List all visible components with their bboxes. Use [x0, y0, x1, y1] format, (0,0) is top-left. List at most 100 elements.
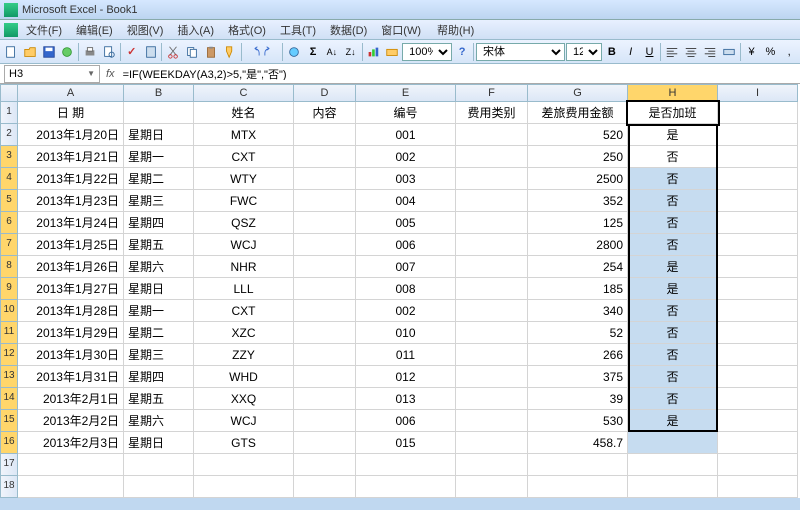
- cell-D10[interactable]: [294, 300, 356, 322]
- row-header[interactable]: 17: [0, 454, 18, 476]
- cell-D14[interactable]: [294, 388, 356, 410]
- cell-B15[interactable]: 星期六: [124, 410, 194, 432]
- cell-E9[interactable]: 008: [356, 278, 456, 300]
- cell-I9[interactable]: [718, 278, 798, 300]
- cell-B12[interactable]: 星期三: [124, 344, 194, 366]
- cell-C9[interactable]: LLL: [194, 278, 294, 300]
- cell-F7[interactable]: [456, 234, 528, 256]
- row-header[interactable]: 5: [0, 190, 18, 212]
- cell-H16[interactable]: [628, 432, 718, 454]
- cell-F10[interactable]: [456, 300, 528, 322]
- cell-D7[interactable]: [294, 234, 356, 256]
- cell-I15[interactable]: [718, 410, 798, 432]
- cell-H3[interactable]: 否: [628, 146, 718, 168]
- comma-icon[interactable]: ,: [780, 43, 798, 61]
- cell-B9[interactable]: 星期日: [124, 278, 194, 300]
- cell-B4[interactable]: 星期二: [124, 168, 194, 190]
- cell-I16[interactable]: [718, 432, 798, 454]
- row-header[interactable]: 14: [0, 388, 18, 410]
- cell-C6[interactable]: QSZ: [194, 212, 294, 234]
- row-header[interactable]: 18: [0, 476, 18, 498]
- row-header[interactable]: 12: [0, 344, 18, 366]
- cell-H1[interactable]: 是否加班: [628, 102, 718, 124]
- cell-B10[interactable]: 星期一: [124, 300, 194, 322]
- cell-H12[interactable]: 否: [628, 344, 718, 366]
- cell-A9[interactable]: 2013年1月27日: [18, 278, 124, 300]
- menu-edit[interactable]: 编辑(E): [70, 21, 119, 39]
- cell-A6[interactable]: 2013年1月24日: [18, 212, 124, 234]
- cell-G7[interactable]: 2800: [528, 234, 628, 256]
- cell-A2[interactable]: 2013年1月20日: [18, 124, 124, 146]
- cell-H14[interactable]: 否: [628, 388, 718, 410]
- cell-D1[interactable]: 内容: [294, 102, 356, 124]
- cell-G11[interactable]: 52: [528, 322, 628, 344]
- cell-D13[interactable]: [294, 366, 356, 388]
- cell-H9[interactable]: 是: [628, 278, 718, 300]
- cell-A8[interactable]: 2013年1月26日: [18, 256, 124, 278]
- cell-F18[interactable]: [456, 476, 528, 498]
- sort-asc-icon[interactable]: A↓: [323, 43, 341, 61]
- cell-C3[interactable]: CXT: [194, 146, 294, 168]
- align-right-icon[interactable]: [701, 43, 719, 61]
- menu-help[interactable]: 帮助(H): [431, 21, 480, 39]
- font-select[interactable]: 宋体: [476, 43, 565, 61]
- col-header-D[interactable]: D: [294, 84, 356, 102]
- redo-icon[interactable]: [263, 43, 281, 61]
- cell-A11[interactable]: 2013年1月29日: [18, 322, 124, 344]
- cell-A13[interactable]: 2013年1月31日: [18, 366, 124, 388]
- cell-B14[interactable]: 星期五: [124, 388, 194, 410]
- align-center-icon[interactable]: [682, 43, 700, 61]
- cell-F14[interactable]: [456, 388, 528, 410]
- cell-D12[interactable]: [294, 344, 356, 366]
- menu-data[interactable]: 数据(D): [324, 21, 373, 39]
- cell-D18[interactable]: [294, 476, 356, 498]
- cell-D17[interactable]: [294, 454, 356, 476]
- cell-C10[interactable]: CXT: [194, 300, 294, 322]
- cell-F15[interactable]: [456, 410, 528, 432]
- cell-D16[interactable]: [294, 432, 356, 454]
- row-header[interactable]: 1: [0, 102, 18, 124]
- cell-F3[interactable]: [456, 146, 528, 168]
- cell-A3[interactable]: 2013年1月21日: [18, 146, 124, 168]
- cell-C1[interactable]: 姓名: [194, 102, 294, 124]
- cell-G18[interactable]: [528, 476, 628, 498]
- cell-D2[interactable]: [294, 124, 356, 146]
- cell-A17[interactable]: [18, 454, 124, 476]
- cell-H13[interactable]: 否: [628, 366, 718, 388]
- cell-H8[interactable]: 是: [628, 256, 718, 278]
- paste-icon[interactable]: [202, 43, 220, 61]
- cell-G1[interactable]: 差旅费用金额: [528, 102, 628, 124]
- cell-I11[interactable]: [718, 322, 798, 344]
- cell-I13[interactable]: [718, 366, 798, 388]
- cell-B6[interactable]: 星期四: [124, 212, 194, 234]
- cell-F2[interactable]: [456, 124, 528, 146]
- cell-C16[interactable]: GTS: [194, 432, 294, 454]
- worksheet[interactable]: A B C D E F G H I 1日 期姓名内容编号费用类别差旅费用金额是否…: [0, 84, 800, 498]
- cell-I17[interactable]: [718, 454, 798, 476]
- cell-G15[interactable]: 530: [528, 410, 628, 432]
- cell-F4[interactable]: [456, 168, 528, 190]
- cell-G17[interactable]: [528, 454, 628, 476]
- cell-E3[interactable]: 002: [356, 146, 456, 168]
- italic-button[interactable]: I: [622, 43, 640, 61]
- cell-E16[interactable]: 015: [356, 432, 456, 454]
- cell-D8[interactable]: [294, 256, 356, 278]
- cell-G8[interactable]: 254: [528, 256, 628, 278]
- cell-C15[interactable]: WCJ: [194, 410, 294, 432]
- cell-B7[interactable]: 星期五: [124, 234, 194, 256]
- cell-B1[interactable]: [124, 102, 194, 124]
- cell-F17[interactable]: [456, 454, 528, 476]
- cell-F16[interactable]: [456, 432, 528, 454]
- cell-G14[interactable]: 39: [528, 388, 628, 410]
- zoom-select[interactable]: 100%: [402, 43, 452, 61]
- cell-E7[interactable]: 006: [356, 234, 456, 256]
- cell-E10[interactable]: 002: [356, 300, 456, 322]
- cell-G10[interactable]: 340: [528, 300, 628, 322]
- new-icon[interactable]: [2, 43, 20, 61]
- row-header[interactable]: 9: [0, 278, 18, 300]
- cell-I2[interactable]: [718, 124, 798, 146]
- cell-B18[interactable]: [124, 476, 194, 498]
- cell-I8[interactable]: [718, 256, 798, 278]
- cell-F11[interactable]: [456, 322, 528, 344]
- cell-B3[interactable]: 星期一: [124, 146, 194, 168]
